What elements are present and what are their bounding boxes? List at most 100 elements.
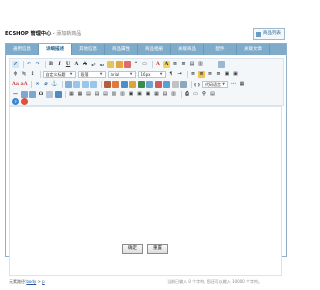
link-icon[interactable]: ∞ bbox=[34, 81, 41, 88]
preview-page-icon[interactable]: ▭ bbox=[192, 91, 199, 98]
redo-icon[interactable]: ↷ bbox=[34, 61, 41, 68]
snapscreen-icon[interactable] bbox=[46, 91, 53, 98]
insertrow-icon[interactable]: ▤ bbox=[94, 91, 101, 98]
tab-description[interactable]: 详细描述 bbox=[39, 44, 72, 55]
emotion-icon[interactable] bbox=[112, 81, 119, 88]
autotype-icon[interactable] bbox=[115, 61, 123, 68]
fullscreen-icon[interactable]: ⤢ bbox=[12, 61, 19, 68]
clear-doc-icon[interactable]: ▥ bbox=[197, 61, 204, 68]
spechars-icon[interactable]: Ω bbox=[38, 91, 45, 98]
template-icon[interactable]: ▦ bbox=[239, 81, 246, 88]
scrawl-icon[interactable] bbox=[120, 81, 128, 88]
underline-icon[interactable]: U bbox=[65, 61, 72, 68]
insertcol-icon[interactable]: ▥ bbox=[111, 91, 118, 98]
print-icon[interactable]: ⎙ bbox=[184, 91, 191, 98]
rowspacing-top-icon[interactable]: ≑ bbox=[12, 71, 19, 78]
touppercase-icon[interactable]: Aa bbox=[12, 81, 19, 88]
tab-other[interactable]: 其他信息 bbox=[72, 44, 105, 55]
unlink-icon[interactable]: ⌀ bbox=[43, 81, 50, 88]
attachment-icon[interactable] bbox=[146, 81, 153, 88]
directionality-icon[interactable]: ¶ bbox=[168, 71, 175, 78]
italic-icon[interactable]: I bbox=[56, 61, 63, 68]
horizontal-rule-icon[interactable]: — bbox=[12, 91, 19, 98]
image-right-icon[interactable] bbox=[81, 81, 89, 88]
toolbar-row-5: ? bbox=[12, 98, 29, 105]
searchreplace-icon[interactable]: ⚲ bbox=[201, 91, 208, 98]
selectall-icon[interactable]: ▭ bbox=[141, 61, 148, 68]
justify-right-icon[interactable]: ≡ bbox=[207, 71, 214, 78]
splittocols-icon[interactable]: ▥ bbox=[170, 91, 177, 98]
goods-list-button[interactable]: 商品列表 bbox=[253, 28, 285, 40]
insertparagraphbeforetable-icon[interactable]: ▤ bbox=[85, 91, 92, 98]
fontborder-icon[interactable]: A bbox=[73, 61, 80, 68]
code-language-select[interactable]: 代码语言 ▼ bbox=[202, 81, 228, 88]
wordimage-icon[interactable] bbox=[54, 91, 62, 98]
insertcode-icon[interactable]: { } bbox=[194, 81, 201, 88]
undo-icon[interactable]: ↶ bbox=[26, 61, 33, 68]
deleterow-icon[interactable]: ▤ bbox=[102, 91, 109, 98]
anchor-icon[interactable]: ⚓ bbox=[51, 81, 58, 88]
splittorows-icon[interactable]: ▤ bbox=[162, 91, 169, 98]
ok-button[interactable]: 确定 bbox=[122, 244, 143, 254]
insert-unordered-list-icon[interactable]: ≡ bbox=[180, 61, 187, 68]
pagebreak-icon[interactable]: ⋯ bbox=[230, 81, 237, 88]
mergeright-icon[interactable]: ▣ bbox=[136, 91, 143, 98]
insert-image-icon[interactable] bbox=[103, 81, 111, 88]
justify-center-icon[interactable]: ≡ bbox=[198, 71, 205, 78]
forecolor-icon[interactable]: A bbox=[155, 61, 162, 68]
indent-icon[interactable]: ⇥ bbox=[176, 71, 183, 78]
tab-gallery[interactable]: 商品相册 bbox=[138, 44, 171, 55]
paragraph-select[interactable]: 段落 ▼ bbox=[77, 71, 106, 78]
music-icon[interactable] bbox=[137, 81, 145, 88]
tab-general[interactable]: 通用信息 bbox=[6, 44, 39, 55]
custom-style-select[interactable]: 自定义标题 ▼ bbox=[42, 71, 76, 78]
tolowercase-icon[interactable]: aA bbox=[21, 81, 28, 88]
select-all-icon[interactable]: ▤ bbox=[189, 61, 196, 68]
insert-video-icon[interactable] bbox=[129, 81, 136, 88]
reset-button[interactable]: 重置 bbox=[147, 244, 168, 254]
path-body-link[interactable]: body bbox=[26, 279, 36, 284]
time-icon[interactable] bbox=[29, 91, 36, 98]
lineheight-icon[interactable]: ↕ bbox=[29, 71, 36, 78]
map-icon[interactable] bbox=[154, 81, 162, 88]
webapp-icon[interactable] bbox=[180, 81, 187, 88]
tab-attributes[interactable]: 商品属性 bbox=[105, 44, 138, 55]
pasteplain-icon[interactable]: “ bbox=[133, 61, 140, 68]
inserttable-icon[interactable]: ▦ bbox=[68, 91, 75, 98]
tab-linked-goods[interactable]: 关联商品 bbox=[171, 44, 204, 55]
bold-icon[interactable]: B bbox=[48, 61, 55, 68]
splittocells-icon[interactable]: ▦ bbox=[153, 91, 160, 98]
format-match-icon[interactable] bbox=[107, 61, 114, 68]
justify-full-icon[interactable]: ≡ bbox=[215, 71, 222, 78]
blockquote-icon[interactable] bbox=[124, 61, 131, 68]
deletecol-icon[interactable]: ▥ bbox=[119, 91, 126, 98]
superscript-icon[interactable]: x² bbox=[90, 61, 97, 68]
mergedown-icon[interactable]: ▣ bbox=[145, 91, 152, 98]
tab-linked-articles[interactable]: 关联文章 bbox=[237, 44, 270, 55]
rowspacing-bottom-icon[interactable]: ≒ bbox=[21, 71, 28, 78]
preview-icon[interactable] bbox=[217, 61, 225, 68]
date-icon[interactable] bbox=[20, 91, 28, 98]
insert-ordered-list-icon[interactable]: ≡ bbox=[172, 61, 179, 68]
image-left-icon[interactable] bbox=[73, 81, 80, 88]
drafts-icon[interactable]: ▤ bbox=[209, 91, 216, 98]
main-panel: 通用信息 详细描述 其他信息 商品属性 商品相册 关联商品 配件 关联文章 ⤢ … bbox=[5, 43, 287, 284]
source-icon[interactable] bbox=[20, 98, 28, 105]
subscript-icon[interactable]: x₂ bbox=[99, 61, 106, 68]
image-float-left-icon[interactable]: ▣ bbox=[232, 71, 239, 78]
help-icon[interactable]: ? bbox=[12, 98, 19, 105]
tab-accessories[interactable]: 配件 bbox=[204, 44, 237, 55]
font-family-select[interactable]: arial ▼ bbox=[107, 71, 136, 78]
font-size-select[interactable]: 16px ▼ bbox=[137, 71, 166, 78]
strikethrough-icon[interactable]: A bbox=[82, 61, 89, 68]
image-float-none-icon[interactable]: ▣ bbox=[224, 71, 231, 78]
image-center-icon[interactable] bbox=[90, 81, 97, 88]
path-p-link[interactable]: p bbox=[42, 279, 45, 284]
insertframe-icon[interactable] bbox=[171, 81, 179, 88]
justify-left-icon[interactable]: ≡ bbox=[190, 71, 197, 78]
gmap-icon[interactable] bbox=[163, 81, 170, 88]
backcolor-icon[interactable]: A bbox=[163, 61, 170, 68]
deletetable-icon[interactable]: ▦ bbox=[77, 91, 84, 98]
image-none-icon[interactable] bbox=[64, 81, 72, 88]
mergecells-icon[interactable]: ▣ bbox=[128, 91, 135, 98]
